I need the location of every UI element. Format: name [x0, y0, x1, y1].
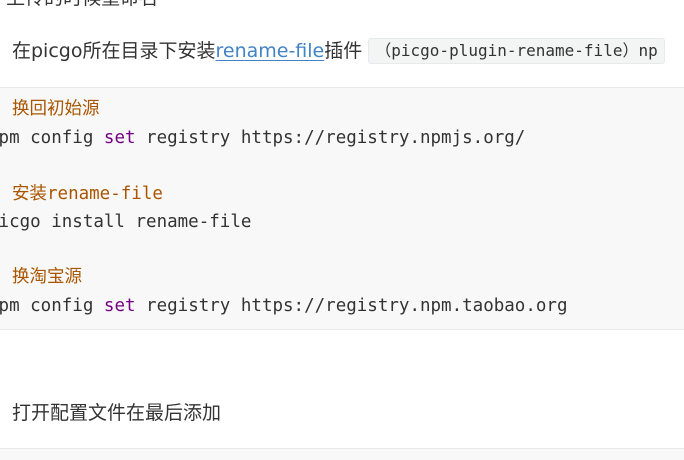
code-command-head: npm config — [0, 296, 94, 316]
shell-code-block[interactable]: 换回初始源 npm config set registry https://re… — [0, 87, 684, 330]
install-text-middle: 插件 — [324, 40, 363, 62]
code-keyword-set: set — [103, 296, 136, 316]
code-command-tail: registry https://registry.npmjs.org/ — [135, 128, 526, 148]
code-command-head: npm config — [0, 128, 94, 148]
config-code-block[interactable] — [0, 448, 684, 460]
code-comment-taobao-registry: 换淘宝源 — [12, 267, 82, 287]
code-line-set-npmjs-registry: npm config set registry https://registry… — [0, 126, 525, 150]
code-comment-restore-registry: 换回初始源 — [12, 99, 100, 119]
code-line-set-taobao-registry: npm config set registry https://registry… — [0, 294, 568, 318]
install-instruction-paragraph: 在picgo所在目录下安装rename-file插件 （picgo-plugin-… — [12, 37, 665, 65]
plugin-name-inline-code: （picgo-plugin-rename-file）np — [368, 38, 665, 64]
section-heading: . 上传的时候重命名 — [0, 0, 158, 10]
document-view: . 上传的时候重命名 在picgo所在目录下安装rename-file插件（pi… — [0, 0, 684, 460]
code-keyword-set: set — [103, 128, 136, 148]
config-instruction-paragraph: 打开配置文件在最后添加 — [12, 402, 222, 424]
code-line-picgo-install: picgo install rename-file — [0, 212, 252, 232]
code-comment-install-plugin: 安装rename-file — [12, 184, 163, 204]
rename-file-link[interactable]: rename-file — [215, 40, 324, 62]
code-command-tail: registry https://registry.npm.taobao.org — [135, 296, 568, 316]
install-text-prefix: 在picgo所在目录下安装 — [12, 40, 216, 62]
